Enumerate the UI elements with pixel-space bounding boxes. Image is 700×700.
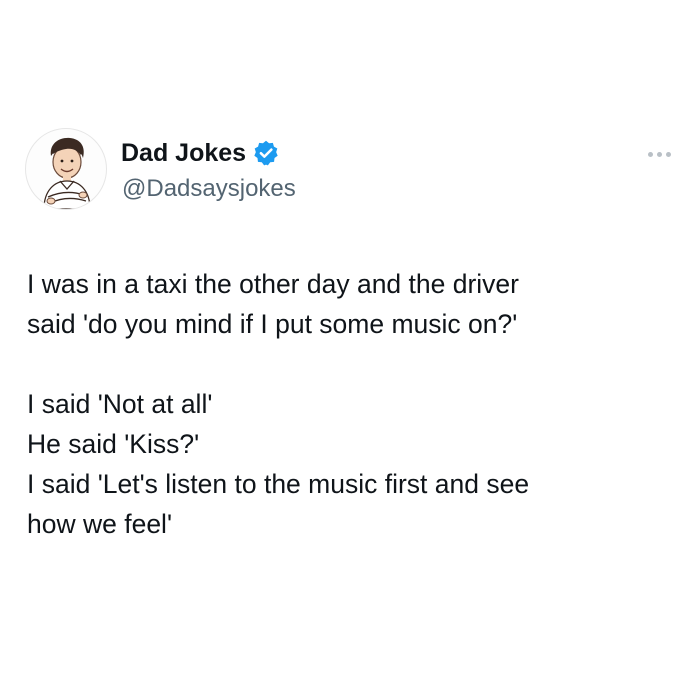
- author-display-name[interactable]: Dad Jokes: [121, 138, 246, 168]
- author-avatar[interactable]: [25, 128, 107, 210]
- more-dot: [647, 151, 653, 157]
- tweet-line: He said 'Kiss?': [27, 429, 200, 459]
- tweet-line: I was in a taxi the other day and the dr…: [27, 269, 519, 299]
- tweet-card: Dad Jokes @Dadsaysjokes I was in a taxi …: [0, 0, 700, 700]
- more-options-icon[interactable]: [640, 144, 678, 164]
- tweet-line: I said 'Let's listen to the music first …: [27, 469, 530, 499]
- tweet-line: how we feel': [27, 509, 172, 539]
- tweet-line: said 'do you mind if I put some music on…: [27, 309, 518, 339]
- author-handle[interactable]: @Dadsaysjokes: [122, 174, 296, 204]
- tweet-line: I said 'Not at all': [27, 389, 213, 419]
- tweet-text: I was in a taxi the other day and the dr…: [27, 264, 677, 544]
- more-dot: [656, 151, 662, 157]
- verified-badge-icon: [252, 139, 280, 167]
- author-name-row: Dad Jokes: [121, 138, 280, 168]
- more-dot: [665, 151, 671, 157]
- cartoon-man-avatar-icon: [43, 137, 91, 209]
